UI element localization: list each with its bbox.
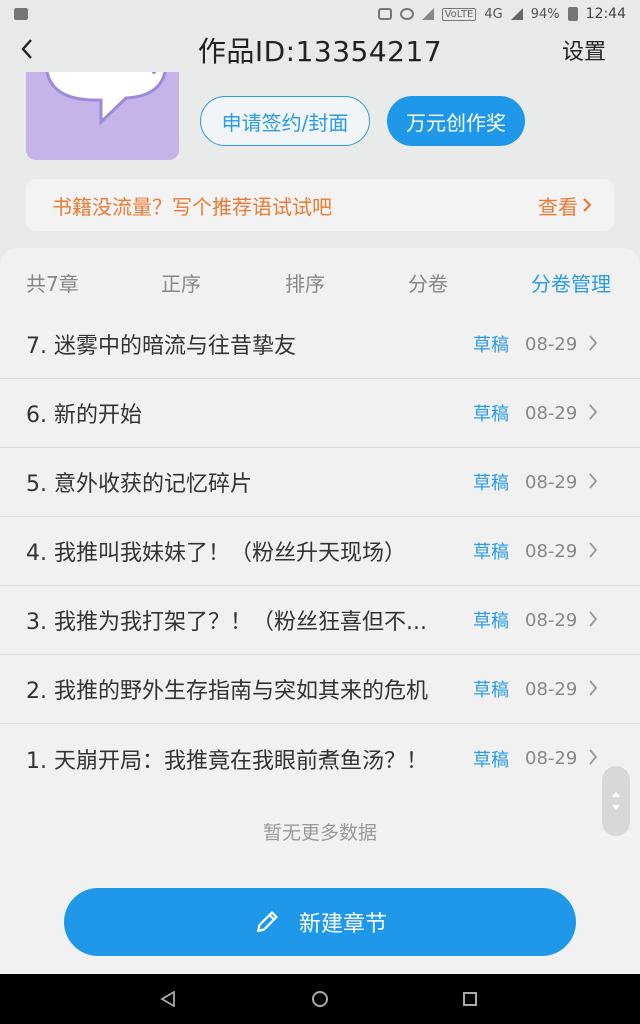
chat-bubble-icon xyxy=(45,72,167,126)
chevron-right-icon xyxy=(589,542,598,558)
status-bar: VoLTE 4G 94% 12:44 xyxy=(0,0,640,28)
chapter-title: 3. 我推为我打架了？！（粉丝狂喜但不... xyxy=(26,610,427,635)
new-chapter-label: 新建章节 xyxy=(298,912,387,937)
top-bar: 作品ID:13354217 设置 xyxy=(0,28,640,72)
chapter-title: 2. 我推的野外生存指南与突如其来的危机 xyxy=(26,679,428,704)
chapter-row[interactable]: 7. 迷雾中的暗流与往昔挚友 草稿 08-29 xyxy=(0,310,640,379)
tab-volume-manage[interactable]: 分卷管理 xyxy=(531,268,611,297)
chapter-status: 草稿 xyxy=(473,404,509,425)
page-title: 作品ID:13354217 xyxy=(197,35,443,68)
no-more-data-text: 暂无更多数据 xyxy=(262,822,377,844)
battery-percent: 94% xyxy=(530,6,560,22)
view-label: 查看 xyxy=(538,194,578,219)
chapter-title: 1. 天崩开局：我推竟在我眼前煮鱼汤？！ xyxy=(26,748,428,774)
settings-button[interactable]: 设置 xyxy=(562,34,606,66)
nav-recents-icon[interactable] xyxy=(463,992,477,1006)
chapter-date: 08-29 xyxy=(525,609,578,631)
chevron-right-icon xyxy=(589,611,598,627)
chevron-right-icon xyxy=(583,198,592,212)
network-type: 4G xyxy=(484,6,503,22)
chapter-row[interactable]: 3. 我推为我打架了？！（粉丝狂喜但不... 草稿 08-29 xyxy=(0,586,640,655)
chapter-title: 5. 意外收获的记忆碎片 xyxy=(26,472,252,497)
chapter-title: 7. 迷雾中的暗流与往昔挚友 xyxy=(26,334,296,359)
book-cover[interactable] xyxy=(26,72,179,160)
chapter-date: 08-29 xyxy=(525,540,578,562)
chapter-row[interactable]: 2. 我推的野外生存指南与突如其来的危机 草稿 08-29 xyxy=(0,655,640,724)
nav-home-icon[interactable] xyxy=(312,991,328,1007)
chapter-row[interactable]: 5. 意外收获的记忆碎片 草稿 08-29 xyxy=(0,448,640,517)
chapter-title: 4. 我推叫我妹妹了！（粉丝升天现场） xyxy=(26,541,406,566)
chapter-title: 6. 新的开始 xyxy=(26,403,142,428)
recommendation-text: 书籍没流量？写个推荐语试试吧 xyxy=(52,194,332,219)
system-nav-bar xyxy=(0,974,640,1024)
chapter-status: 草稿 xyxy=(473,611,509,632)
volte-badge: VoLTE xyxy=(441,7,477,21)
view-link[interactable]: 查看 xyxy=(538,191,592,220)
chevron-right-icon xyxy=(589,473,598,489)
chevron-right-icon xyxy=(589,335,598,351)
tab-sort[interactable]: 排序 xyxy=(285,268,325,297)
pencil-icon xyxy=(256,911,278,933)
tab-order[interactable]: 正序 xyxy=(161,268,201,297)
gallery-notification-icon xyxy=(14,8,28,20)
recommendation-banner[interactable]: 书籍没流量？写个推荐语试试吧 查看 xyxy=(26,179,614,231)
chapter-sheet: 共7章 正序 排序 分卷 分卷管理 7. 迷雾中的暗流与往昔挚友 草稿 08-2… xyxy=(0,248,640,974)
chapter-count: 共7章 xyxy=(26,272,79,296)
chapter-status: 草稿 xyxy=(473,680,509,701)
chapter-date: 08-29 xyxy=(525,402,578,424)
chevron-right-icon xyxy=(589,749,598,765)
alarm-icon xyxy=(399,8,414,20)
chapter-row[interactable]: 1. 天崩开局：我推竟在我眼前煮鱼汤？！ 草稿 08-29 xyxy=(0,724,640,793)
tab-volume[interactable]: 分卷 xyxy=(408,268,448,297)
clock: 12:44 xyxy=(585,6,626,22)
chapter-date: 08-29 xyxy=(525,471,578,493)
vibrate-icon xyxy=(377,8,392,20)
chapter-toolbar: 共7章 正序 排序 分卷 分卷管理 xyxy=(0,248,640,312)
apply-sign-cover-button[interactable]: 申请签约/封面 xyxy=(200,96,370,146)
new-chapter-button[interactable]: 新建章节 xyxy=(64,888,576,956)
arrow-down-icon xyxy=(612,805,620,810)
chapter-date: 08-29 xyxy=(525,333,578,355)
chapter-row[interactable]: 4. 我推叫我妹妹了！（粉丝升天现场） 草稿 08-29 xyxy=(0,517,640,586)
chapter-row[interactable]: 6. 新的开始 草稿 08-29 xyxy=(0,379,640,448)
battery-icon xyxy=(567,7,578,21)
arrow-up-icon xyxy=(612,792,620,797)
chevron-right-icon xyxy=(589,404,598,420)
chapter-status: 草稿 xyxy=(473,542,509,563)
chapter-status: 草稿 xyxy=(473,473,509,494)
chapter-status: 草稿 xyxy=(473,749,509,771)
signal-icon xyxy=(510,8,523,20)
nav-back-icon[interactable] xyxy=(160,991,176,1007)
chevron-right-icon xyxy=(589,680,598,696)
chapter-status: 草稿 xyxy=(473,335,509,356)
creation-award-button[interactable]: 万元创作奖 xyxy=(387,96,525,146)
chapter-date: 08-29 xyxy=(525,748,578,769)
wifi-icon xyxy=(421,8,434,20)
chapter-date: 08-29 xyxy=(525,678,578,700)
